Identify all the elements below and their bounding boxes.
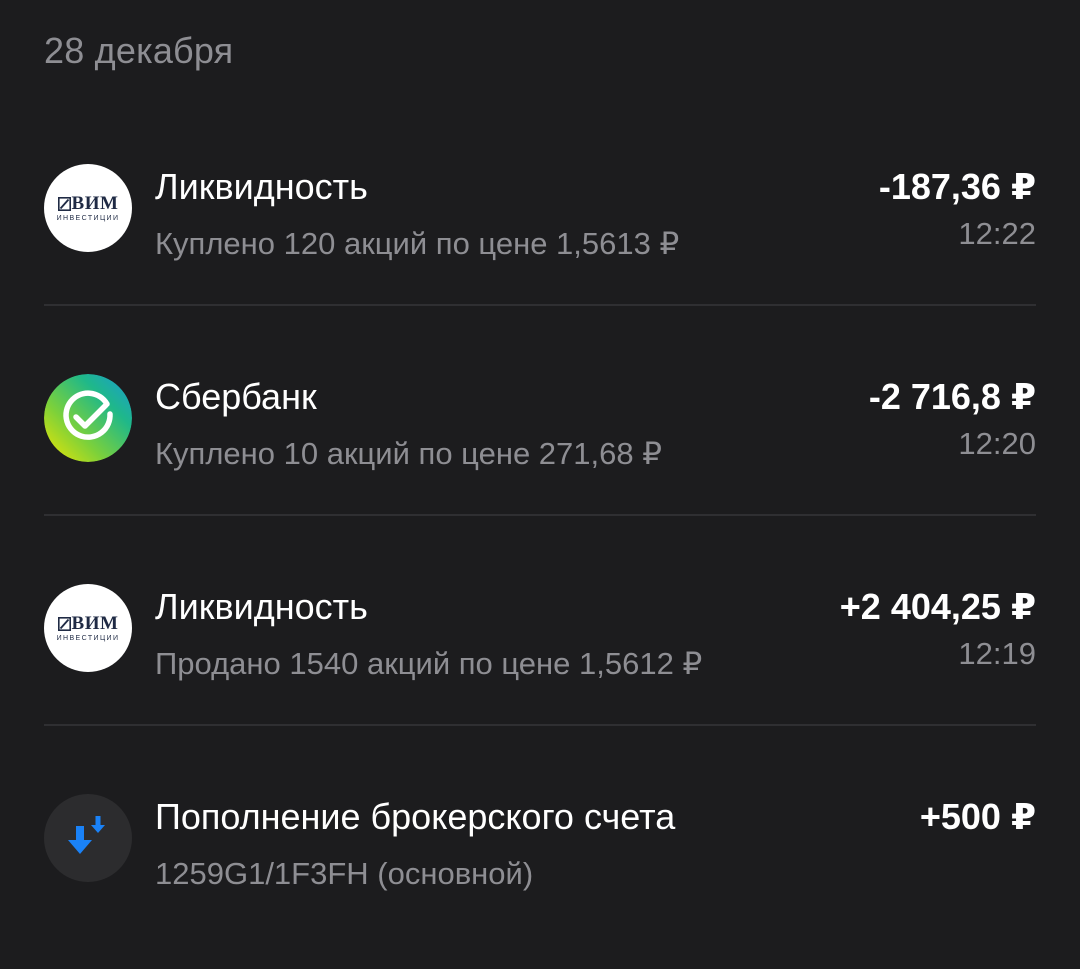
operation-amount: -187,36 ₽ [878, 166, 1036, 207]
vim-mark-icon [57, 196, 71, 211]
operations-list: ВИМ ИНВЕСТИЦИИ Ликвидность Куплено 120 а… [0, 96, 1080, 926]
operation-subtitle: Продано 1540 акций по цене 1,5612 ₽ [155, 646, 703, 681]
operation-title: Сбербанк [155, 376, 317, 417]
operation-time: 12:20 [958, 426, 1036, 461]
operation-row-deposit[interactable]: Пополнение брокерского счета 1259G1/1F3F… [0, 726, 1080, 926]
operation-subtitle: Куплено 10 акций по цене 271,68 ₽ [155, 436, 662, 471]
operation-row-liquidity-buy[interactable]: ВИМ ИНВЕСТИЦИИ Ликвидность Куплено 120 а… [0, 96, 1080, 306]
operation-title: Пополнение брокерского счета [155, 796, 676, 837]
logo-sub-text: ИНВЕСТИЦИИ [56, 215, 120, 222]
operation-time: 12:19 [958, 636, 1036, 671]
sberbank-logo-svg [44, 374, 132, 462]
operation-amount: +2 404,25 ₽ [839, 586, 1036, 627]
logo-sub-text: ИНВЕСТИЦИИ [56, 635, 120, 642]
operation-row-sberbank-buy[interactable]: Сбербанк Куплено 10 акций по цене 271,68… [0, 306, 1080, 516]
operation-subtitle: 1259G1/1F3FH (основной) [155, 856, 534, 891]
sberbank-logo-icon [44, 374, 132, 462]
operation-subtitle: Куплено 120 акций по цене 1,5613 ₽ [155, 226, 680, 261]
date-header: 28 декабря [44, 30, 234, 71]
vim-investments-logo-icon: ВИМ ИНВЕСТИЦИИ [44, 584, 132, 672]
deposit-arrows-svg [68, 816, 105, 854]
operation-title: Ликвидность [155, 586, 368, 627]
deposit-arrows-icon [44, 794, 132, 882]
operation-time: 12:22 [958, 216, 1036, 251]
operation-amount: -2 716,8 ₽ [868, 376, 1036, 417]
operation-row-liquidity-sell[interactable]: ВИМ ИНВЕСТИЦИИ Ликвидность Продано 1540 … [0, 516, 1080, 726]
vim-mark-icon [57, 616, 71, 631]
logo-main-text: ВИМ [71, 613, 119, 634]
operation-amount: +500 ₽ [919, 796, 1036, 837]
operation-title: Ликвидность [155, 166, 368, 207]
logo-main-text: ВИМ [71, 193, 119, 214]
vim-investments-logo-icon: ВИМ ИНВЕСТИЦИИ [44, 164, 132, 252]
